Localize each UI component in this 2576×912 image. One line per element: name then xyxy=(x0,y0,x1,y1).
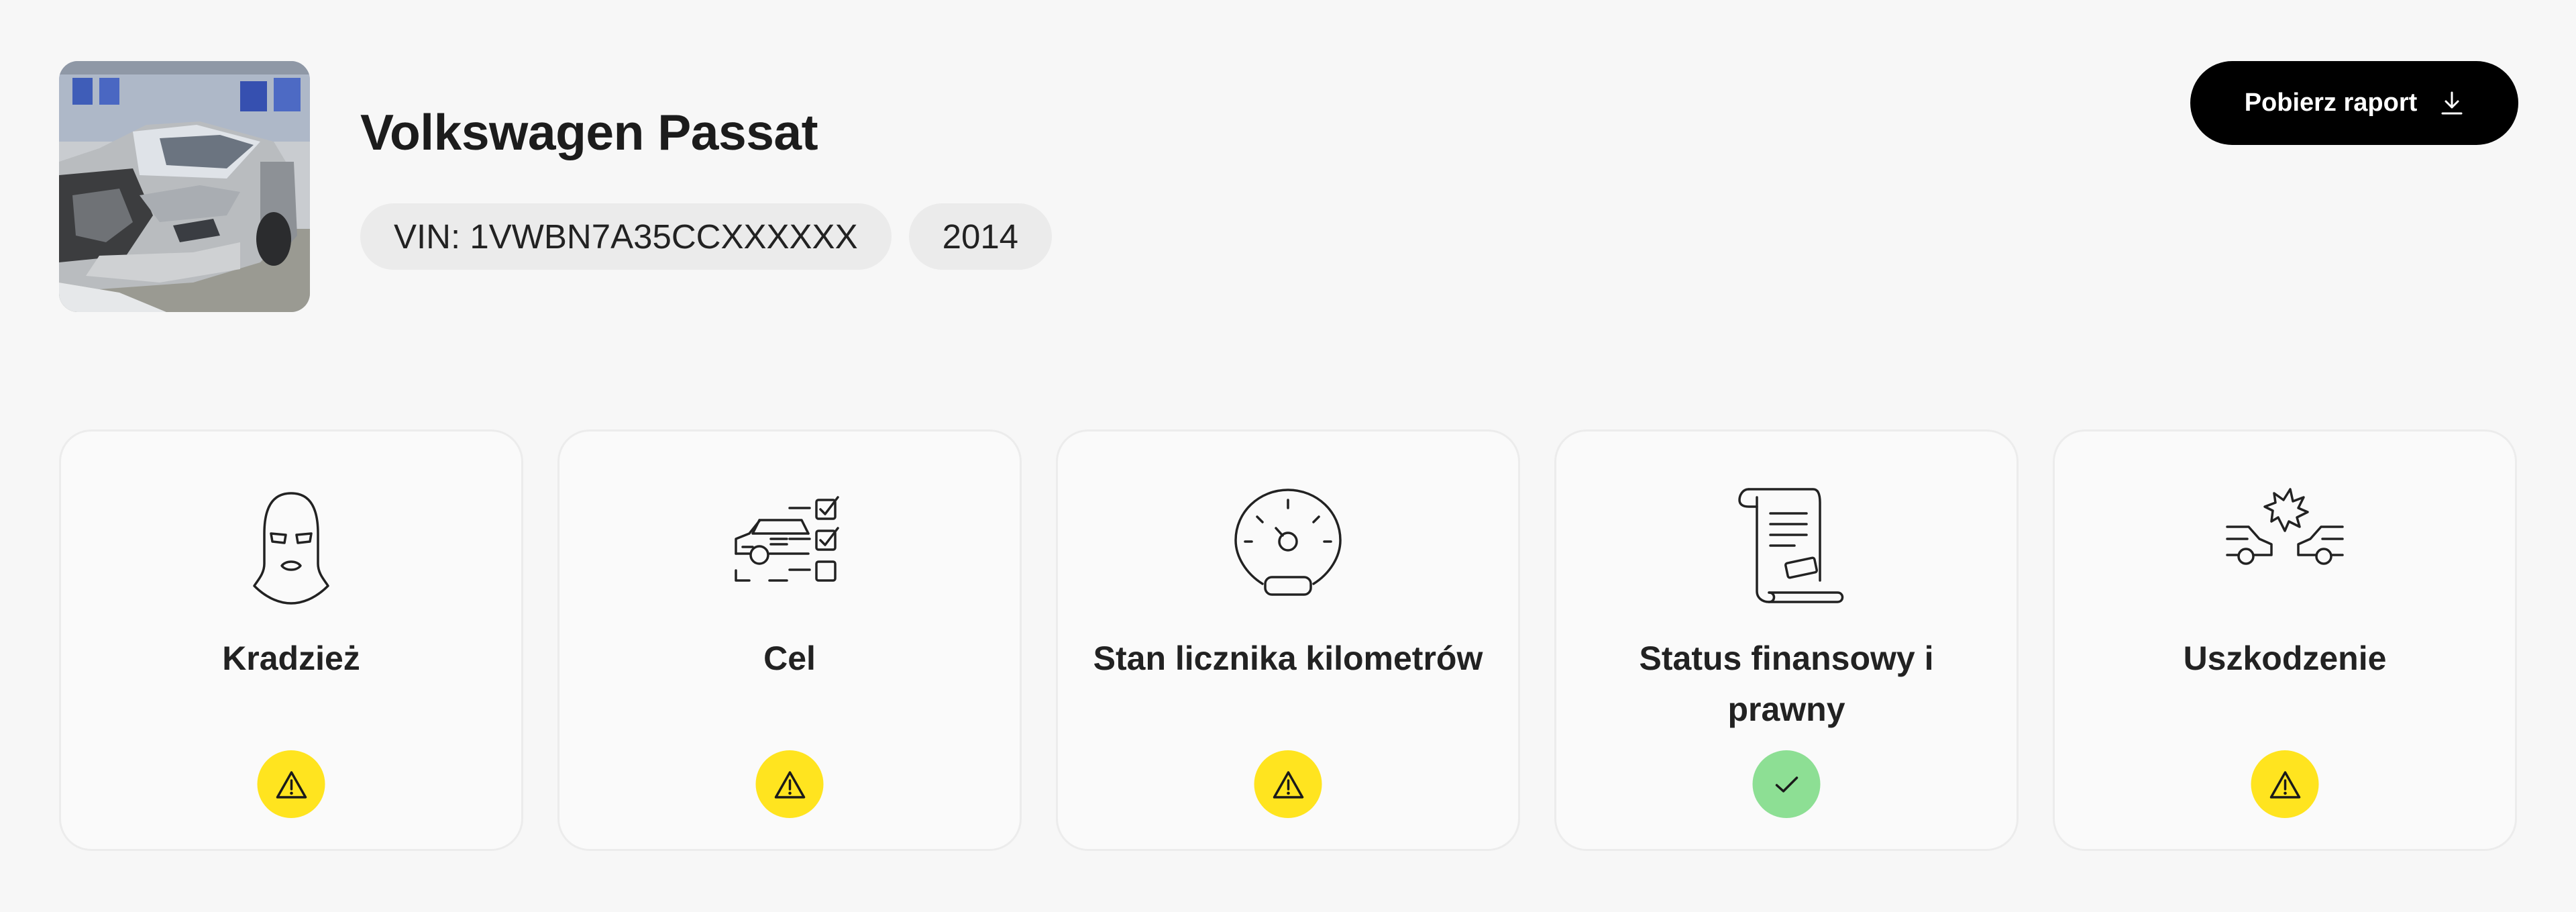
card-label: Uszkodzenie xyxy=(2183,640,2387,677)
download-icon xyxy=(2441,91,2463,114)
check-icon xyxy=(1752,750,1821,818)
warning-icon xyxy=(755,750,824,818)
car-collision-icon xyxy=(2218,480,2352,607)
car-checklist-icon xyxy=(722,480,857,607)
vehicle-photo xyxy=(59,61,310,312)
report-page: Volkswagen Passat VIN: 1VWBN7A35CCXXXXXX… xyxy=(0,0,2576,912)
card-financial-legal[interactable]: Status finansowy i prawny xyxy=(1554,429,2019,851)
odometer-icon xyxy=(1221,480,1355,607)
download-report-button[interactable]: Pobierz raport xyxy=(2190,61,2518,145)
vehicle-title: Volkswagen Passat xyxy=(360,104,818,160)
warning-icon xyxy=(1254,750,1322,818)
download-button-label: Pobierz raport xyxy=(2244,89,2418,117)
card-label: Status finansowy i prawny xyxy=(1639,640,1934,728)
card-theft[interactable]: Kradzież xyxy=(59,429,523,851)
balaclava-icon xyxy=(224,480,358,607)
card-label: Stan licznika kilometrów xyxy=(1093,640,1483,677)
warning-icon xyxy=(2251,750,2319,818)
check-cards: Kradzież Cel Stan licznika kilometrów St… xyxy=(59,429,2517,851)
year-badge: 2014 xyxy=(908,203,1053,270)
card-odometer[interactable]: Stan licznika kilometrów xyxy=(1056,429,1520,851)
warning-icon xyxy=(257,750,325,818)
card-damage[interactable]: Uszkodzenie xyxy=(2053,429,2517,851)
document-scroll-icon xyxy=(1719,480,1854,607)
card-label: Kradzież xyxy=(222,640,360,677)
vin-badge: VIN: 1VWBN7A35CCXXXXXX xyxy=(360,203,892,270)
card-label: Cel xyxy=(763,640,816,677)
card-purpose[interactable]: Cel xyxy=(557,429,1022,851)
vehicle-tags: VIN: 1VWBN7A35CCXXXXXX 2014 xyxy=(360,203,1053,270)
